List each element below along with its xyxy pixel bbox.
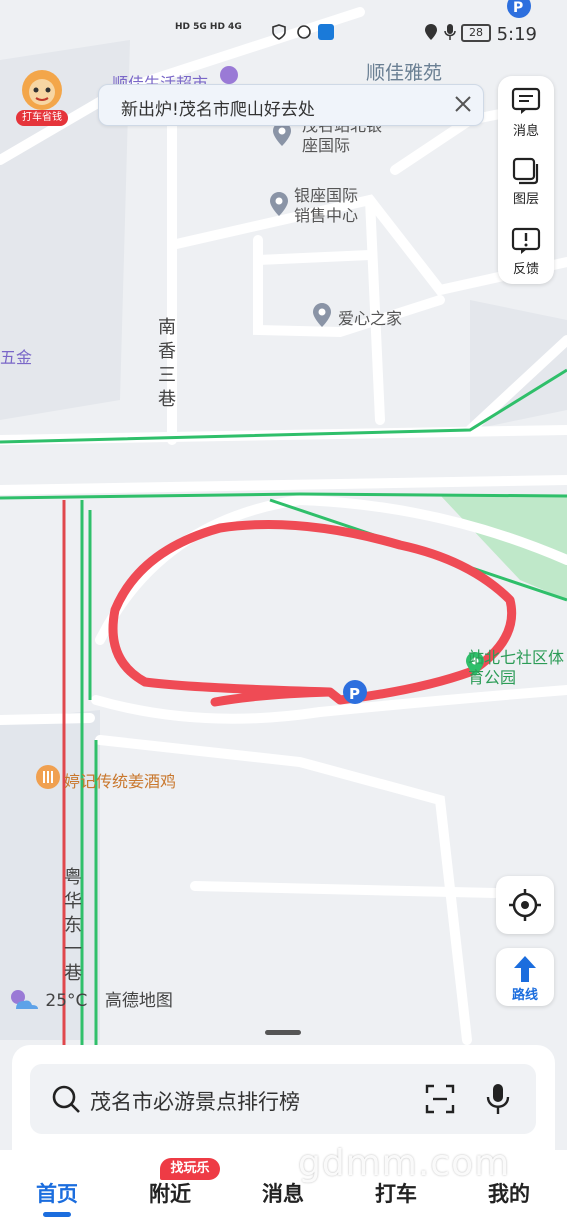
- battery-indicator: 28: [461, 24, 491, 42]
- status-bar: HD 5G HD 4G 28 5:19: [0, 10, 567, 54]
- location-pin-icon[interactable]: [313, 303, 331, 327]
- feedback-icon: [511, 227, 541, 254]
- weather-app-icon: [318, 24, 334, 40]
- location-pin-icon[interactable]: [270, 192, 288, 216]
- restaurant-pin-icon[interactable]: [36, 765, 60, 793]
- recommendation-text: 新出炉!茂名市爬山好去处: [121, 100, 315, 120]
- map-label-wujin[interactable]: 五金: [0, 344, 32, 368]
- messages-button[interactable]: 消息: [498, 76, 554, 142]
- search-icon: [52, 1085, 80, 1113]
- crosshair-icon: [509, 889, 541, 921]
- map-canvas[interactable]: P P: [0, 0, 567, 1227]
- layers-icon: [512, 157, 539, 185]
- route-button[interactable]: 路线: [496, 948, 554, 1006]
- chat-app-icon: [297, 25, 311, 39]
- feedback-button[interactable]: 反馈: [498, 216, 554, 282]
- close-icon[interactable]: [451, 92, 475, 116]
- watermark: gdmm.com: [298, 1143, 511, 1184]
- layers-button[interactable]: 图层: [498, 146, 554, 212]
- tab-active-indicator: [43, 1212, 71, 1217]
- map-label-lane1[interactable]: 粤华东一巷: [62, 866, 84, 986]
- weather-widget[interactable]: 25°C 高德地图: [8, 986, 173, 1013]
- map-label-lane3[interactable]: 南香三巷: [156, 316, 178, 412]
- nearby-badge: 找玩乐: [160, 1158, 220, 1180]
- map-label-sales-center[interactable]: 银座国际销售中心: [294, 186, 366, 226]
- layers-label: 图层: [512, 192, 539, 207]
- clock: 5:19: [496, 24, 537, 45]
- taxi-promo-badge[interactable]: 打车省钱: [14, 66, 70, 128]
- map-label-restaurant[interactable]: 婷记传统姜酒鸡: [64, 768, 176, 792]
- taxi-promo-label: 打车省钱: [16, 110, 68, 126]
- route-label: 路线: [511, 988, 538, 1003]
- weather-cloud-icon: [11, 990, 38, 1009]
- drawer-handle[interactable]: [265, 1030, 301, 1035]
- feedback-label: 反馈: [512, 262, 539, 277]
- shield-icon: [272, 24, 286, 40]
- svg-text:P: P: [349, 685, 360, 703]
- map-label-park[interactable]: 站北七社区体育公园: [468, 648, 567, 688]
- tab-nearby[interactable]: 附近: [130, 1178, 210, 1208]
- parking-marker[interactable]: P: [343, 680, 367, 704]
- signal-indicator: HD 5G HD 4G: [175, 22, 242, 32]
- map-label-love-home[interactable]: 爱心之家: [338, 305, 402, 329]
- microphone-status-icon: [444, 24, 456, 40]
- recommendation-banner[interactable]: 新出炉!茂名市爬山好去处: [98, 84, 484, 126]
- map-attribution: 高德地图: [104, 991, 173, 1011]
- message-icon: [511, 87, 541, 114]
- location-icon: [425, 24, 437, 40]
- search-input[interactable]: 茂名市必游景点排行榜: [90, 1086, 300, 1116]
- tab-home[interactable]: 首页: [17, 1178, 97, 1208]
- lion-mascot-icon: [22, 70, 62, 110]
- map-tools-panel: 消息 图层 反馈: [498, 76, 554, 284]
- map-label-residence[interactable]: 顺佳雅苑: [366, 58, 442, 85]
- search-bar[interactable]: 茂名市必游景点排行榜: [30, 1064, 536, 1134]
- locate-me-button[interactable]: [496, 876, 554, 934]
- voice-input-icon[interactable]: [484, 1082, 512, 1116]
- scan-icon[interactable]: [424, 1083, 456, 1115]
- route-arrow-icon: [514, 956, 536, 982]
- messages-label: 消息: [512, 124, 539, 139]
- temperature: 25°C: [45, 991, 88, 1011]
